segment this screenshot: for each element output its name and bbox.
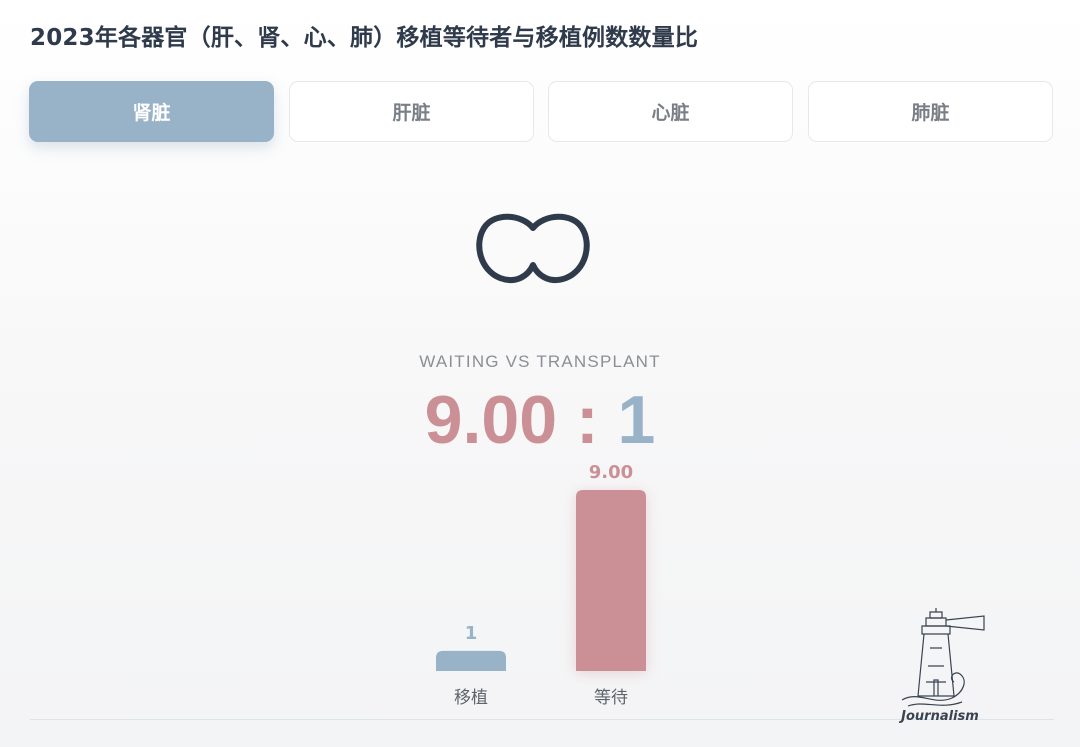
bar-value-label: 1 xyxy=(465,623,478,644)
bar-waiting xyxy=(576,490,646,671)
bar-value-label: 9.00 xyxy=(589,462,633,483)
x-category-label: 移植 xyxy=(454,688,488,708)
bar-transplant xyxy=(436,650,506,671)
x-category-label: 等待 xyxy=(594,688,628,708)
lighthouse-logo: Journalism xyxy=(898,608,985,724)
logo-text: Journalism xyxy=(898,709,979,724)
